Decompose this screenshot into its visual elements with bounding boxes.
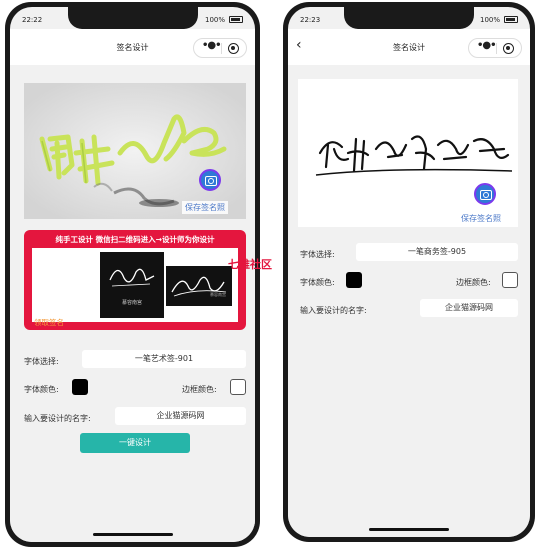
font-color-swatch[interactable] bbox=[346, 272, 362, 288]
promo-body: 慕容南宫 慕容南宫 bbox=[32, 248, 238, 322]
nav-bar: 签名设计 •●• bbox=[10, 29, 255, 65]
save-signature-label[interactable]: 保存签名照 bbox=[182, 201, 228, 214]
promo-sample-card-1: 慕容南宫 bbox=[100, 252, 164, 318]
battery-icon bbox=[504, 16, 518, 23]
watermark-text: 七维社区 bbox=[228, 258, 272, 271]
border-color-label: 边框颜色: bbox=[456, 278, 491, 287]
main-content: 保存签名照 纯手工设计 微信扫二维码进入→设计师为你设计 慕容南宫 慕容南宫 领… bbox=[10, 65, 255, 542]
name-input-label: 输入要设计的名字: bbox=[24, 414, 91, 423]
target-icon[interactable] bbox=[228, 43, 239, 54]
name-input-label: 输入要设计的名字: bbox=[300, 306, 367, 315]
status-time: 22:23 bbox=[300, 16, 321, 24]
capsule-divider bbox=[496, 43, 497, 54]
promo-banner[interactable]: 纯手工设计 微信扫二维码进入→设计师为你设计 慕容南宫 慕容南宫 领取签名 bbox=[24, 230, 246, 330]
font-color-label: 字体颜色: bbox=[24, 385, 59, 394]
sample-signature-2 bbox=[171, 276, 227, 297]
mini-program-capsule: •●• bbox=[468, 38, 522, 58]
more-dots-icon[interactable]: •●• bbox=[477, 40, 496, 51]
battery-icon bbox=[229, 16, 243, 23]
status-bar: 22:22 100% bbox=[10, 13, 255, 27]
phone-screen: 22:22 100% 签名设计 •●• 保存签名照 纯手工设计 微信扫二维码进入… bbox=[10, 7, 255, 542]
name-input[interactable]: 企业猫源码网 bbox=[115, 407, 246, 425]
name-input[interactable]: 企业猫源码网 bbox=[420, 299, 518, 317]
signature-art bbox=[24, 83, 246, 219]
battery-percent: 100% bbox=[204, 16, 225, 24]
battery-percent: 100% bbox=[479, 16, 500, 24]
font-color-label: 字体颜色: bbox=[300, 278, 335, 287]
camera-icon[interactable] bbox=[474, 183, 496, 205]
target-icon[interactable] bbox=[503, 43, 514, 54]
more-dots-icon[interactable]: •●• bbox=[202, 40, 221, 51]
border-color-label: 边框颜色: bbox=[182, 385, 217, 394]
font-select[interactable]: 一笔商务签-905 bbox=[356, 243, 518, 261]
home-indicator bbox=[92, 533, 173, 536]
phone-screen: 22:23 100% ‹ 签名设计 •●• 保存签名照 字体选择: 一笔商务签-… bbox=[288, 7, 530, 537]
claim-signature-link[interactable]: 领取签名 bbox=[34, 317, 64, 328]
font-color-swatch[interactable] bbox=[72, 379, 88, 395]
promo-sample-card-2: 慕容南宫 bbox=[166, 266, 232, 306]
one-click-design-button[interactable]: 一键设计 bbox=[80, 433, 190, 453]
font-select-label: 字体选择: bbox=[300, 250, 335, 259]
capsule-divider bbox=[221, 43, 222, 54]
font-select-label: 字体选择: bbox=[24, 357, 59, 366]
main-content: 保存签名照 字体选择: 一笔商务签-905 字体颜色: 边框颜色: 输入要设计的… bbox=[288, 65, 530, 537]
camera-icon[interactable] bbox=[199, 169, 221, 191]
sample-signature-1 bbox=[109, 268, 155, 287]
phone-frame-right: 22:23 100% ‹ 签名设计 •●• 保存签名照 字体选择: 一笔商务签-… bbox=[283, 2, 535, 542]
phone-frame-left: 22:22 100% 签名设计 •●• 保存签名照 纯手工设计 微信扫二维码进入… bbox=[5, 2, 260, 547]
sample-caption-1: 慕容南宫 bbox=[121, 300, 142, 306]
save-signature-label[interactable]: 保存签名照 bbox=[458, 212, 504, 225]
signature-image[interactable]: 保存签名照 bbox=[24, 83, 246, 219]
nav-bar: ‹ 签名设计 •●• bbox=[288, 29, 530, 65]
border-color-swatch[interactable] bbox=[502, 272, 518, 288]
border-color-swatch[interactable] bbox=[230, 379, 246, 395]
mini-program-capsule: •●• bbox=[193, 38, 247, 58]
sample-caption-2: 慕容南宫 bbox=[210, 292, 226, 297]
promo-title: 纯手工设计 微信扫二维码进入→设计师为你设计 bbox=[55, 235, 215, 244]
status-bar: 22:23 100% bbox=[288, 13, 530, 27]
status-time: 22:22 bbox=[22, 16, 43, 24]
font-select[interactable]: 一笔艺术签-901 bbox=[82, 350, 246, 368]
home-indicator bbox=[369, 528, 449, 531]
signature-image[interactable]: 保存签名照 bbox=[298, 79, 518, 227]
